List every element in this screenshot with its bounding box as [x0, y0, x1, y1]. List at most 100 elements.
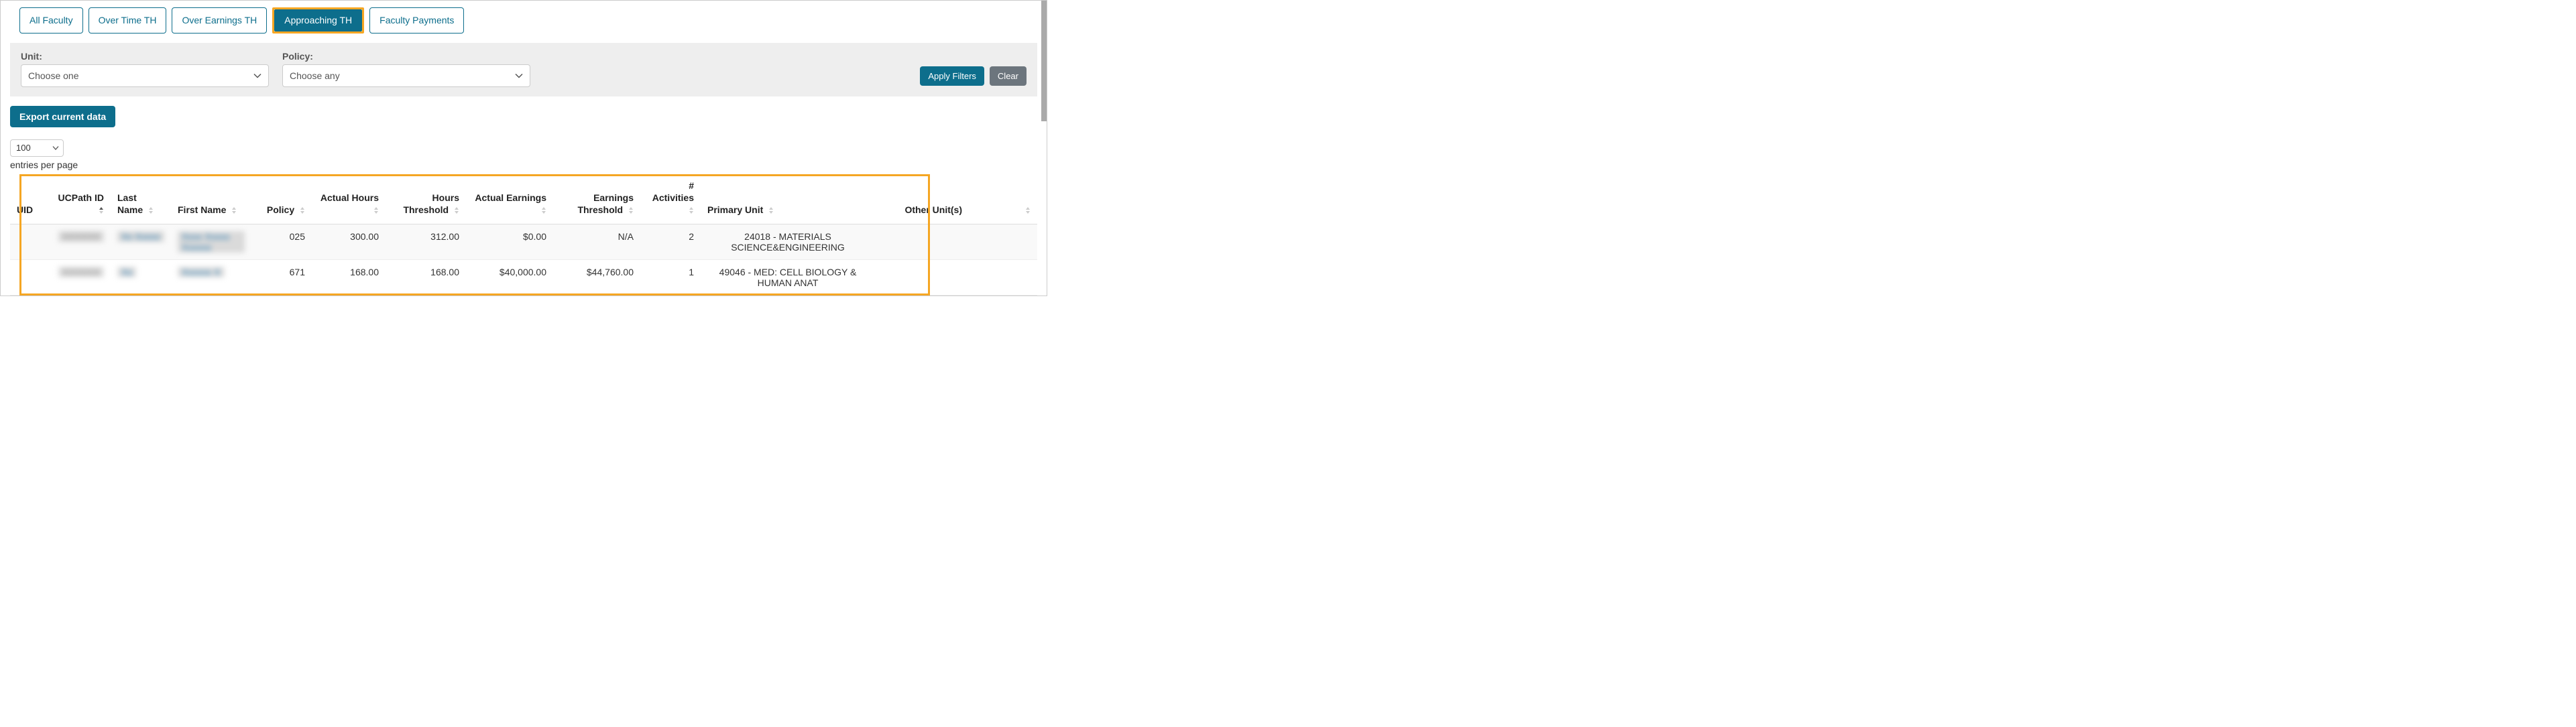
cell-last-name[interactable]: Xx	[111, 260, 171, 295]
table-row[interactable]: XXXXXX Xx Xxxxxx X 671 168.00 168.00 $40…	[10, 260, 1037, 295]
col-header-label: Earnings Threshold	[577, 192, 634, 215]
filter-actions: Apply Filters Clear	[920, 66, 1027, 87]
col-header-label: Actual Earnings	[475, 192, 546, 203]
app-window: All Faculty Over Time TH Over Earnings T…	[0, 0, 1047, 296]
policy-label: Policy:	[282, 51, 530, 62]
cell-primary-unit: 24018 - MATERIALS SCIENCE&ENGINEERING	[701, 224, 875, 260]
page-size-value: 100	[16, 143, 31, 153]
export-current-data-button[interactable]: Export current data	[10, 106, 115, 127]
sort-icon	[541, 207, 546, 214]
chevron-down-icon	[515, 73, 523, 78]
tab-over-earnings-th[interactable]: Over Earnings TH	[172, 7, 267, 34]
sort-icon	[454, 207, 459, 214]
tab-faculty-payments[interactable]: Faculty Payments	[369, 7, 464, 34]
cell-last-name[interactable]: Xx Xxxxx	[111, 224, 171, 260]
sort-icon	[373, 207, 379, 214]
table-row[interactable]: XXXXXX Xx Xxxxx Xxxx Xxxxx Xxxxxx 025 30…	[10, 224, 1037, 260]
col-header-label: Last Name	[117, 192, 143, 215]
redacted-link: Xx Xxxxx	[117, 231, 164, 242]
col-header-label: Policy	[267, 204, 294, 215]
col-header-first-name[interactable]: First Name	[171, 174, 251, 224]
page-size-row: 100	[10, 139, 1037, 157]
sort-icon	[1025, 207, 1031, 214]
filter-group-policy: Policy: Choose any	[282, 51, 530, 87]
policy-select-value: Choose any	[290, 70, 340, 81]
col-header-blank[interactable]	[969, 174, 1037, 224]
redacted-link: Xxxxxx X	[178, 267, 225, 277]
chevron-down-icon	[52, 145, 59, 150]
redacted-text: XXXXXX	[58, 267, 104, 277]
cell-first-name[interactable]: Xxxxxx X	[171, 260, 251, 295]
cell-earnings: $0.00	[466, 224, 553, 260]
page-size-select[interactable]: 100	[10, 139, 64, 157]
filter-bar: Unit: Choose one Policy: Choose any	[10, 43, 1037, 96]
clear-filters-button[interactable]: Clear	[990, 66, 1027, 86]
unit-select-value: Choose one	[28, 70, 79, 81]
cell-earnings: $40,000.00	[466, 260, 553, 295]
tabs-row: All Faculty Over Time TH Over Earnings T…	[10, 7, 1037, 34]
tab-all-faculty[interactable]: All Faculty	[19, 7, 83, 34]
col-header-label: Primary Unit	[707, 204, 763, 215]
sort-icon	[689, 207, 694, 214]
cell-policy: 025	[251, 224, 312, 260]
cell-uid	[10, 260, 50, 295]
col-header-actual-hours[interactable]: Actual Hours	[312, 174, 386, 224]
tab-over-time-th[interactable]: Over Time TH	[89, 7, 167, 34]
filter-group-unit: Unit: Choose one	[21, 51, 269, 87]
col-header-actual-earnings[interactable]: Actual Earnings	[466, 174, 553, 224]
chevron-down-icon	[253, 73, 261, 78]
col-header-earnings-threshold[interactable]: Earnings Threshold	[553, 174, 640, 224]
apply-filters-button[interactable]: Apply Filters	[920, 66, 984, 86]
cell-other-units	[875, 224, 969, 260]
cell-activities: 2	[640, 224, 701, 260]
policy-select[interactable]: Choose any	[282, 64, 530, 87]
redacted-link: Xxxx Xxxxx Xxxxxx	[178, 231, 245, 253]
cell-earnings-th: N/A	[553, 224, 640, 260]
cell-earnings-th: $44,760.00	[553, 260, 640, 295]
tab-approaching-th[interactable]: Approaching TH	[274, 9, 362, 31]
col-header-activities[interactable]: # Activities	[640, 174, 701, 224]
col-header-hours-threshold[interactable]: Hours Threshold	[386, 174, 466, 224]
col-header-primary-unit[interactable]: Primary Unit	[701, 174, 875, 224]
table-header: UID UCPath ID Last Name First N	[10, 174, 1037, 224]
cell-hours-th: 168.00	[386, 260, 466, 295]
redacted-text: XXXXXX	[58, 231, 104, 242]
entries-per-page-label: entries per page	[10, 159, 1037, 170]
col-header-label: Hours Threshold	[403, 192, 459, 215]
data-table: UID UCPath ID Last Name First N	[10, 174, 1037, 296]
cell-uid	[10, 224, 50, 260]
cell-hours-th: 312.00	[386, 224, 466, 260]
col-header-label: # Activities	[652, 180, 694, 203]
cell-activities: 1	[640, 260, 701, 295]
col-header-label: UCPath ID	[58, 192, 104, 203]
sort-icon	[300, 207, 305, 214]
sort-icon	[148, 207, 154, 214]
cell-ucpath: XXXXXX	[50, 260, 111, 295]
table-area: UID UCPath ID Last Name First N	[10, 174, 1037, 296]
vertical-scrollbar[interactable]	[1041, 1, 1047, 121]
cell-blank	[969, 260, 1037, 295]
tab-highlight-approaching: Approaching TH	[272, 7, 364, 34]
unit-label: Unit:	[21, 51, 269, 62]
cell-ucpath: XXXXXX	[50, 224, 111, 260]
main-content: All Faculty Over Time TH Over Earnings T…	[1, 1, 1047, 295]
cell-primary-unit: 49046 - MED: CELL BIOLOGY & HUMAN ANAT	[701, 260, 875, 295]
cell-first-name[interactable]: Xxxx Xxxxx Xxxxxx	[171, 224, 251, 260]
cell-policy: 671	[251, 260, 312, 295]
redacted-link: Xx	[117, 267, 136, 277]
col-header-label: Actual Hours	[320, 192, 379, 203]
col-header-last-name[interactable]: Last Name	[111, 174, 171, 224]
unit-select[interactable]: Choose one	[21, 64, 269, 87]
cell-hours: 168.00	[312, 260, 386, 295]
sort-icon	[628, 207, 634, 214]
col-header-other-units[interactable]: Other Unit(s)	[875, 174, 969, 224]
col-header-ucpath-id[interactable]: UCPath ID	[50, 174, 111, 224]
cell-blank	[969, 224, 1037, 260]
cell-other-units	[875, 260, 969, 295]
table-body: XXXXXX Xx Xxxxx Xxxx Xxxxx Xxxxxx 025 30…	[10, 224, 1037, 295]
col-header-label: Other Unit(s)	[904, 204, 962, 215]
sort-icon	[768, 207, 774, 214]
col-header-uid[interactable]: UID	[10, 174, 50, 224]
col-header-label: UID	[17, 204, 33, 215]
col-header-policy[interactable]: Policy	[251, 174, 312, 224]
